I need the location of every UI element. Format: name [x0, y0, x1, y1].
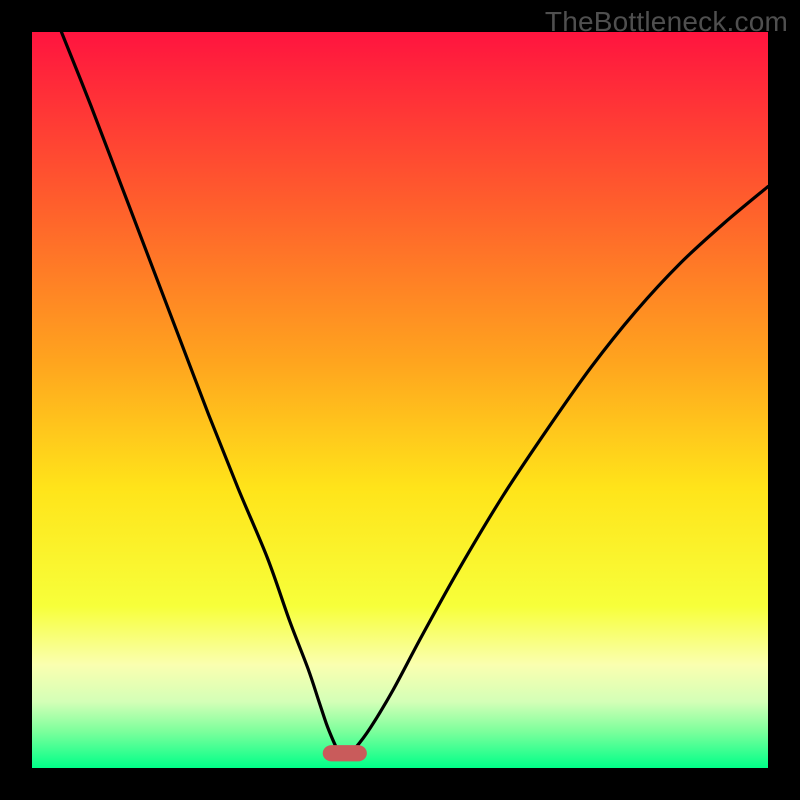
- chart-svg: [32, 32, 768, 768]
- optimal-marker: [323, 745, 367, 761]
- plot-area: [32, 32, 768, 768]
- gradient-background: [32, 32, 768, 768]
- chart-container: TheBottleneck.com: [0, 0, 800, 800]
